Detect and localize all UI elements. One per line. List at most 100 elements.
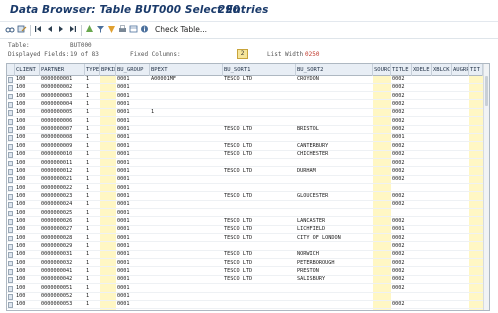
table-row[interactable]: 100 0000000042 1 0001 TESCO LTD SALISBURY 0002 — [7, 276, 489, 285]
row-select-checkbox[interactable] — [8, 285, 13, 292]
col-header-bu-sort1[interactable]: BU_SORT1 — [223, 64, 296, 76]
vertical-scrollbar[interactable] — [483, 64, 489, 310]
col-header-type[interactable]: TYPE — [85, 64, 100, 76]
row-select-checkbox[interactable] — [8, 110, 13, 117]
row-select-checkbox[interactable] — [8, 218, 13, 225]
col-header-client[interactable]: CLIENT — [15, 64, 40, 76]
row-select-checkbox[interactable] — [8, 102, 13, 108]
first-page-icon[interactable] — [34, 24, 43, 36]
cell-xblck — [432, 134, 452, 142]
table-row[interactable]: 100 0000000006 1 0001 0002 — [7, 118, 489, 126]
table-row[interactable]: 100 0000000026 1 0001 TESCO LTD LANCASTER 0002 — [7, 218, 489, 226]
row-select-checkbox[interactable] — [8, 269, 13, 275]
table-row[interactable]: 100 0000000052 1 0001 — [7, 293, 489, 301]
table-row[interactable]: 100 0000000053 1 0001 0002 — [7, 301, 489, 310]
cell-client: 100 — [16, 234, 26, 241]
glasses-icon[interactable] — [5, 24, 15, 36]
col-header-tit[interactable]: TIT — [469, 64, 483, 76]
table-row[interactable]: 100 0000000007 1 0001 TESCO LTD BRISTOL 0002 — [7, 126, 489, 134]
cell-xdele — [412, 118, 432, 126]
row-select-checkbox[interactable] — [8, 77, 13, 83]
col-header-bpkind[interactable]: BPKIND — [100, 64, 116, 76]
fixed-columns-input[interactable]: 2 — [237, 49, 248, 59]
row-select-checkbox[interactable] — [8, 193, 13, 200]
last-page-icon[interactable] — [68, 24, 77, 36]
table-row[interactable]: 100 0000000012 1 0001 TESCO LTD DURHAM 0002 — [7, 168, 489, 176]
row-select-checkbox[interactable] — [8, 244, 13, 250]
table-row[interactable]: 100 0000000028 1 0001 TESCO LTD CITY OF LONDO… — [7, 235, 489, 243]
col-header-bu-group[interactable]: BU_GROUP — [116, 64, 150, 76]
cell-xblck — [432, 160, 452, 168]
table-row[interactable]: 100 0000000009 1 0001 TESCO LTD CANTERBURY 000… — [7, 143, 489, 151]
col-header-partner[interactable]: PARTNER — [40, 64, 85, 76]
row-select-checkbox[interactable] — [8, 177, 13, 183]
table-row[interactable]: 100 0000000023 1 0001 TESCO LTD GLOUCESTER 000… — [7, 193, 489, 201]
row-select-checkbox[interactable] — [8, 135, 13, 142]
cell-bu-sort2: CITY OF LONDON — [297, 234, 341, 241]
table-row[interactable]: 100 0000000027 1 0001 TESCO LTD LICHFIELD 0001 — [7, 226, 489, 235]
sort-asc-icon[interactable] — [85, 24, 94, 36]
col-header-title[interactable]: TITLE — [391, 64, 412, 76]
row-select-checkbox[interactable] — [8, 143, 13, 150]
row-select-checkbox[interactable] — [8, 168, 13, 175]
table-row[interactable]: 100 0000000004 1 0001 0002 — [7, 101, 489, 109]
table-row[interactable]: 100 0000000005 1 0001 1 0002 — [7, 109, 489, 118]
table-row[interactable]: 100 0000000001 1 0001 A00001MF TESCO LTD CROYD… — [7, 76, 489, 84]
col-header-xdele[interactable]: XDELE — [412, 64, 432, 76]
col-header-xblck[interactable]: XBLCK — [432, 64, 452, 76]
cell-partner: 0000000052 — [41, 293, 73, 300]
info-icon[interactable] — [140, 24, 149, 36]
row-select-checkbox[interactable] — [8, 277, 13, 284]
row-select-checkbox[interactable] — [8, 118, 13, 125]
row-select-checkbox[interactable] — [8, 85, 13, 92]
table-row[interactable]: 100 0000000032 1 0001 TESCO LTD PETERBOROUGH 0… — [7, 260, 489, 268]
print-icon[interactable] — [118, 24, 127, 36]
row-select-checkbox[interactable] — [8, 93, 13, 100]
col-header-bpext[interactable]: BPEXT — [150, 64, 223, 76]
table-row[interactable]: 100 0000000008 1 0001 0001 — [7, 134, 489, 143]
table-row[interactable]: 100 0000000025 1 0001 — [7, 210, 489, 218]
table-row[interactable]: 100 0000000002 1 0001 0002 — [7, 84, 489, 93]
row-select-checkbox[interactable] — [8, 302, 13, 309]
sort-desc-icon[interactable] — [107, 24, 116, 36]
edit-icon[interactable] — [17, 24, 27, 36]
cell-bpext — [150, 168, 223, 176]
table-row[interactable]: 100 0000000010 1 0001 TESCO LTD CHICHESTER 000… — [7, 151, 489, 159]
cell-bu-sort1 — [223, 109, 296, 117]
row-select-checkbox[interactable] — [8, 210, 13, 217]
filter-icon[interactable] — [96, 24, 105, 36]
row-select-checkbox[interactable] — [8, 160, 13, 167]
cell-xdele — [412, 143, 432, 151]
table-row[interactable]: 100 0000000022 1 0001 — [7, 185, 489, 193]
displayed-fields-value: 19 of 83 — [70, 51, 99, 58]
select-all-cell[interactable] — [7, 64, 15, 76]
table-row[interactable]: 100 0000000031 1 0001 TESCO LTD NORWICH 0002 — [7, 251, 489, 260]
next-page-icon[interactable] — [57, 24, 65, 36]
table-row[interactable]: 100 0000000003 1 0001 0002 — [7, 93, 489, 101]
check-table-button[interactable]: Check Table... — [155, 24, 207, 36]
scrollbar-thumb[interactable] — [485, 76, 488, 106]
cell-bpext — [150, 134, 223, 142]
layout-icon[interactable] — [129, 24, 138, 36]
col-header-augrp[interactable]: AUGRP — [452, 64, 469, 76]
prev-page-icon[interactable] — [46, 24, 54, 36]
cell-type: 1 — [86, 268, 90, 275]
table-row[interactable]: 100 0000000029 1 0001 0002 — [7, 243, 489, 251]
row-select-checkbox[interactable] — [8, 127, 13, 133]
row-select-checkbox[interactable] — [8, 294, 13, 300]
col-header-source[interactable]: SOURCE — [373, 64, 391, 76]
cell-bu-group: 0001 — [117, 192, 130, 199]
table-row[interactable]: 100 0000000011 1 0001 0002 — [7, 160, 489, 168]
table-row[interactable]: 100 0000000051 1 0001 0002 — [7, 285, 489, 293]
row-select-checkbox[interactable] — [8, 227, 13, 234]
row-select-checkbox[interactable] — [8, 252, 13, 259]
table-row[interactable]: 100 0000000041 1 0001 TESCO LTD PRESTON 0002 — [7, 268, 489, 276]
col-header-bu-sort2[interactable]: BU_SORT2 — [296, 64, 373, 76]
table-row[interactable]: 100 0000000021 1 0001 0002 — [7, 176, 489, 184]
table-row[interactable]: 100 0000000024 1 0001 0002 — [7, 201, 489, 210]
row-select-checkbox[interactable] — [8, 202, 13, 209]
row-select-checkbox[interactable] — [8, 260, 13, 267]
row-select-checkbox[interactable] — [8, 185, 13, 192]
row-select-checkbox[interactable] — [8, 235, 13, 242]
row-select-checkbox[interactable] — [8, 152, 13, 158]
